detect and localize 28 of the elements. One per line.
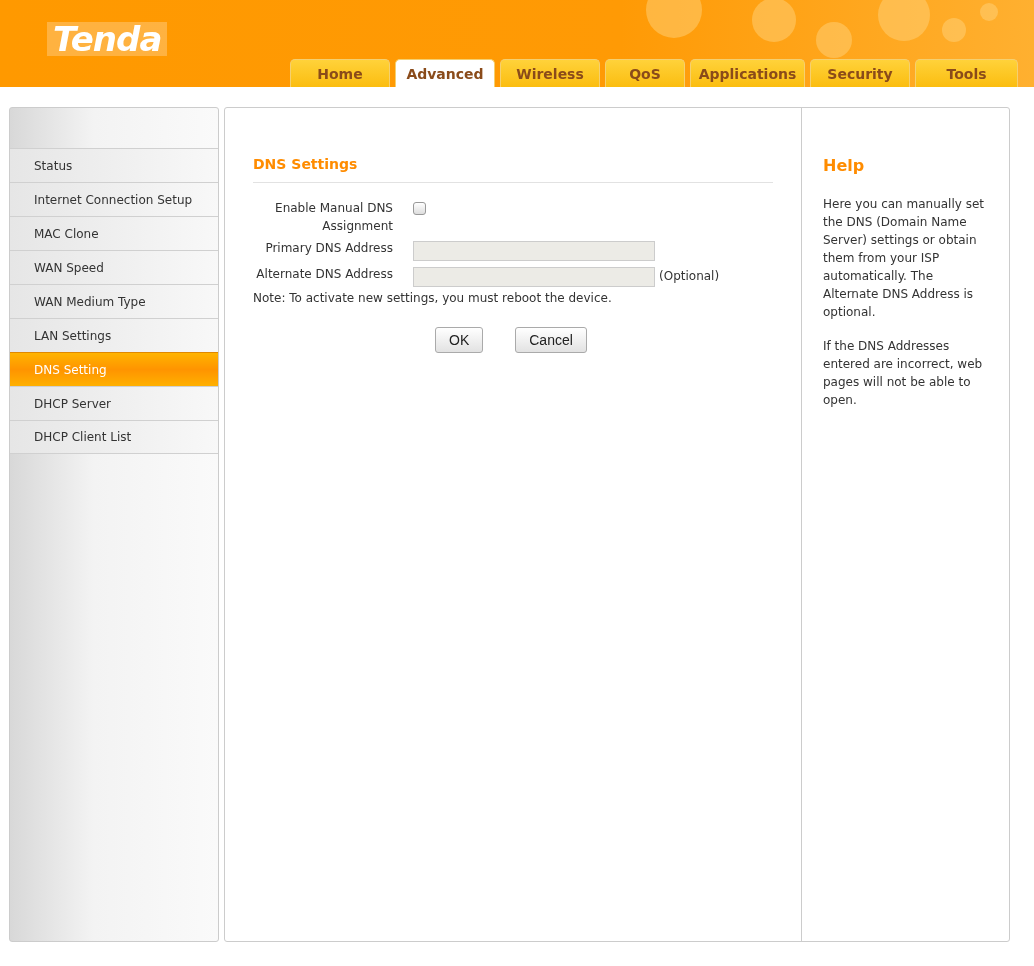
nav-tab[interactable]: Tools	[915, 59, 1018, 87]
tenda-logo: Tenda	[47, 22, 168, 56]
optional-hint: (Optional)	[659, 268, 720, 285]
sidebar-item[interactable]: Internet Connection Setup	[10, 182, 218, 216]
sidebar-item[interactable]: DHCP Client List	[10, 420, 218, 454]
nav-tab[interactable]: Wireless	[500, 59, 600, 87]
nav-tab[interactable]: Advanced	[395, 59, 495, 87]
nav-tab[interactable]: QoS	[605, 59, 685, 87]
checkbox[interactable]	[413, 202, 426, 215]
sidebar-item[interactable]: WAN Medium Type	[10, 284, 218, 318]
help-text: Here you can manually set the DNS (Domain Name Server) settings or obtain them from your ISP automatically. The Alternate DNS Address is optional.	[823, 196, 986, 321]
sidebar-item[interactable]: DHCP Server	[10, 386, 218, 420]
field-label: Alternate DNS Address	[255, 266, 393, 283]
field-label: Enable Manual DNS Assignment	[274, 200, 393, 235]
sidebar-item[interactable]: WAN Speed	[10, 250, 218, 284]
cancel-button[interactable]: Cancel	[515, 327, 587, 353]
help-title: Help	[823, 156, 866, 175]
nav-tab[interactable]: Home	[290, 59, 390, 87]
nav-tab[interactable]: Security	[810, 59, 910, 87]
ok-button[interactable]: OK	[435, 327, 484, 353]
help-text: If the DNS Addresses entered are incorrect, web pages will not be able to open.	[823, 338, 984, 409]
field-label: Primary DNS Address	[264, 240, 393, 257]
note-text: Note: To activate new settings, you must reboot the device.	[253, 291, 613, 305]
sidebar-item[interactable]: Status	[10, 148, 218, 182]
sidebar-item[interactable]: MAC Clone	[10, 216, 218, 250]
sidebar-item[interactable]: LAN Settings	[10, 318, 218, 352]
section-title: DNS Settings	[253, 156, 773, 183]
nav-tab[interactable]: Applications	[690, 59, 805, 87]
